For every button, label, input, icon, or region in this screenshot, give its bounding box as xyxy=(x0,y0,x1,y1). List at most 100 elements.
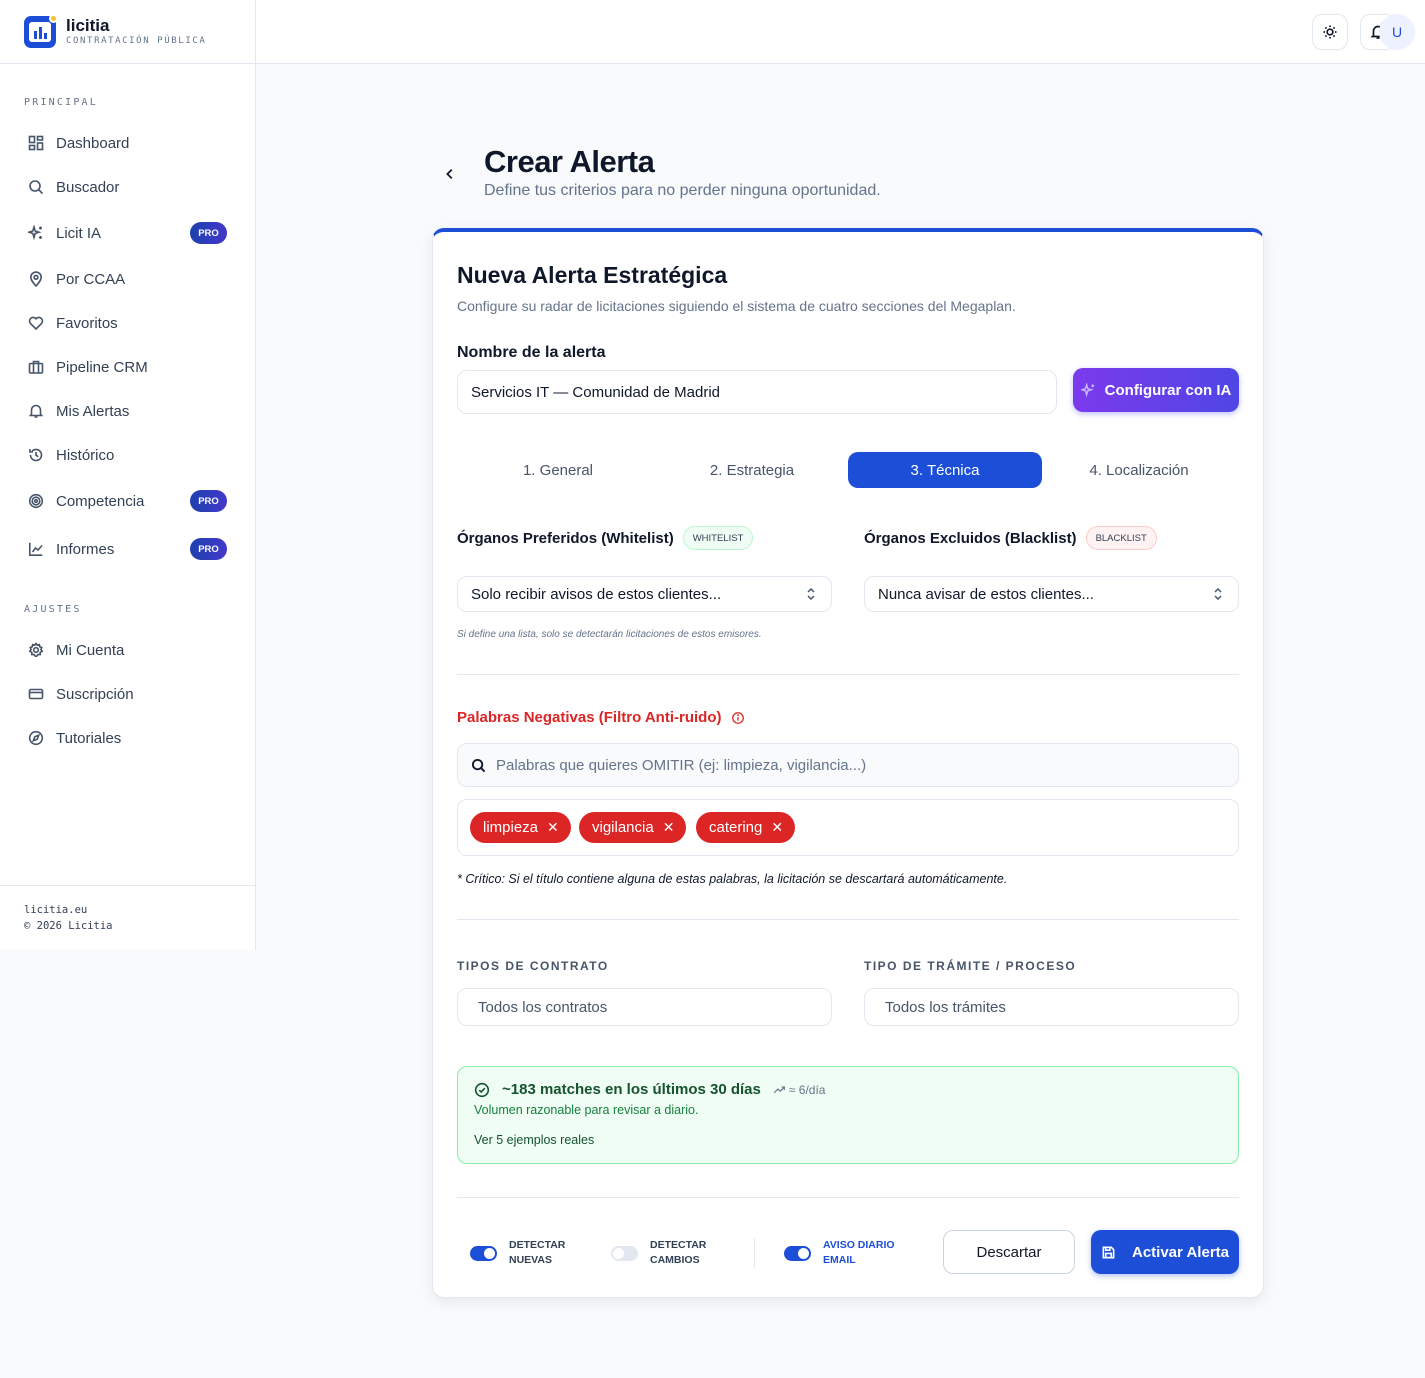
negative-words-input[interactable]: Palabras que quieres OMITIR (ej: limpiez… xyxy=(457,743,1239,787)
procedure-types-value: Todos los trámites xyxy=(885,998,1006,1016)
activate-alert-label: Activar Alerta xyxy=(1132,1243,1229,1261)
view-examples-link[interactable]: Ver 5 ejemplos reales xyxy=(474,1133,594,1147)
sidebar-item-competencia[interactable]: Competencia PRO xyxy=(24,483,232,519)
theme-toggle-button[interactable] xyxy=(1312,14,1348,50)
matches-summary: ~183 matches en los últimos 30 días ≈ 6/… xyxy=(457,1066,1239,1164)
close-icon[interactable]: ✕ xyxy=(547,819,559,836)
page-title: Crear Alerta xyxy=(484,144,655,179)
page-subtitle: Define tus criterios para no perder ning… xyxy=(484,182,881,199)
chevron-left-icon xyxy=(446,169,453,179)
sidebar-item-label: Buscador xyxy=(56,178,120,196)
configure-with-ai-button[interactable]: Configurar con IA xyxy=(1073,368,1239,412)
blacklist-label: Órganos Excluidos (Blacklist) xyxy=(864,529,1077,547)
detect-changes-toggle[interactable] xyxy=(611,1246,638,1261)
whitelist-hint: Si define una lista, solo se detectarán … xyxy=(457,629,762,640)
compass-icon xyxy=(28,730,44,746)
whitelist-badge: WHITELIST xyxy=(682,526,754,550)
sparkles-icon xyxy=(1080,382,1094,397)
close-icon[interactable]: ✕ xyxy=(771,819,783,836)
blacklist-placeholder: Nunca avisar de estos clientes... xyxy=(878,585,1094,603)
negative-words-placeholder: Palabras que quieres OMITIR (ej: limpiez… xyxy=(496,756,867,774)
sidebar-item-label: Favoritos xyxy=(56,314,118,332)
credit-card-icon xyxy=(28,686,44,702)
tab-localizacion[interactable]: 4. Localización xyxy=(1042,452,1236,488)
sidebar-item-label: Pipeline CRM xyxy=(56,358,148,376)
briefcase-icon xyxy=(28,359,44,375)
negative-words-note: * Crítico: Si el título contiene alguna … xyxy=(457,872,1008,886)
back-button[interactable] xyxy=(440,164,460,184)
blacklist-heading: Órganos Excluidos (Blacklist) BLACKLIST xyxy=(864,526,1157,550)
sparkles-icon xyxy=(28,225,44,241)
whitelist-heading: Órganos Preferidos (Whitelist) WHITELIST xyxy=(457,526,754,550)
whitelist-label: Órganos Preferidos (Whitelist) xyxy=(457,529,674,547)
sidebar-item-label: Licit IA xyxy=(56,224,102,242)
map-pin-icon xyxy=(28,271,44,287)
footer-copyright: © 2026 Licitia xyxy=(24,920,113,932)
sidebar-item-label: Dashboard xyxy=(56,134,130,152)
sidebar-item-suscripcion[interactable]: Suscripción xyxy=(24,676,232,712)
brand-name: licitia xyxy=(66,15,110,35)
pro-badge: PRO xyxy=(190,538,227,560)
sidebar-item-label: Competencia xyxy=(56,492,145,510)
procedure-types-select[interactable]: Todos los trámites xyxy=(864,988,1239,1026)
sidebar-item-mi-cuenta[interactable]: Mi Cuenta xyxy=(24,632,232,668)
sidebar-item-label: Informes xyxy=(56,540,115,558)
top-bar: U xyxy=(256,0,1425,64)
sidebar-item-por-ccaa[interactable]: Por CCAA xyxy=(24,261,232,297)
tab-general[interactable]: 1. General xyxy=(461,452,655,488)
contract-types-value: Todos los contratos xyxy=(478,998,608,1016)
alert-name-input[interactable]: Servicios IT — Comunidad de Madrid xyxy=(457,370,1057,414)
pro-badge: PRO xyxy=(190,222,227,244)
tab-estrategia[interactable]: 2. Estrategia xyxy=(655,452,849,488)
negative-words-tags: limpieza ✕ vigilancia ✕ catering ✕ xyxy=(457,799,1239,856)
logo-mark-icon xyxy=(24,13,58,48)
logo[interactable]: licitia CONTRATACIÓN PÚBLICA xyxy=(0,0,255,64)
discard-button[interactable]: Descartar xyxy=(943,1230,1075,1274)
avatar[interactable]: U xyxy=(1379,14,1415,50)
sidebar-item-historico[interactable]: Histórico xyxy=(24,437,232,473)
search-icon xyxy=(471,758,486,772)
sidebar-item-informes[interactable]: Informes PRO xyxy=(24,531,232,567)
sun-icon xyxy=(1323,25,1337,39)
sidebar-item-label: Mis Alertas xyxy=(56,402,130,420)
sidebar-footer: licitia.eu © 2026 Licitia xyxy=(0,885,255,950)
check-circle-icon xyxy=(474,1082,490,1097)
whitelist-select[interactable]: Solo recibir avisos de estos clientes... xyxy=(457,576,832,612)
alert-name-value: Servicios IT — Comunidad de Madrid xyxy=(471,383,720,401)
ai-button-label: Configurar con IA xyxy=(1104,381,1232,399)
detect-new-label: DETECTAR NUEVAS xyxy=(509,1239,566,1266)
tag-limpieza: limpieza ✕ xyxy=(470,812,571,843)
blacklist-select[interactable]: Nunca avisar de estos clientes... xyxy=(864,576,1239,612)
sidebar-item-tutoriales[interactable]: Tutoriales xyxy=(24,720,232,756)
tag-label: vigilancia xyxy=(592,819,654,836)
tag-catering: catering ✕ xyxy=(696,812,796,843)
sidebar-item-label: Mi Cuenta xyxy=(56,641,125,659)
info-icon[interactable] xyxy=(731,711,745,725)
sidebar-item-buscador[interactable]: Buscador xyxy=(24,169,232,205)
target-icon xyxy=(28,493,44,509)
divider xyxy=(457,919,1239,920)
sidebar-item-mis-alertas[interactable]: Mis Alertas xyxy=(24,393,232,429)
negative-words-label: Palabras Negativas (Filtro Anti-ruido) xyxy=(457,709,722,726)
sidebar-item-dashboard[interactable]: Dashboard xyxy=(24,125,232,161)
sidebar-item-favoritos[interactable]: Favoritos xyxy=(24,305,232,341)
close-icon[interactable]: ✕ xyxy=(663,819,675,836)
sidebar-item-licit-ia[interactable]: Licit IA PRO xyxy=(24,215,232,251)
contract-types-label: TIPOS DE CONTRATO xyxy=(457,959,609,973)
tag-label: limpieza xyxy=(483,819,539,836)
card-title: Nueva Alerta Estratégica xyxy=(457,262,728,288)
sidebar-item-pipeline-crm[interactable]: Pipeline CRM xyxy=(24,349,232,385)
section-principal: PRINCIPAL xyxy=(24,97,98,108)
sidebar-item-label: Suscripción xyxy=(56,685,134,703)
tab-tecnica[interactable]: 3. Técnica xyxy=(848,452,1042,488)
chevron-up-down-icon xyxy=(1212,587,1224,605)
daily-email-toggle[interactable] xyxy=(784,1246,811,1261)
sidebar: licitia CONTRATACIÓN PÚBLICA PRINCIPAL D… xyxy=(0,0,256,950)
trending-up-icon xyxy=(773,1086,785,1094)
contract-types-select[interactable]: Todos los contratos xyxy=(457,988,832,1026)
detect-new-toggle[interactable] xyxy=(470,1246,497,1261)
section-ajustes: AJUSTES xyxy=(24,604,82,615)
alert-form-card: Nueva Alerta Estratégica Configure su ra… xyxy=(432,228,1264,1298)
pro-badge: PRO xyxy=(190,490,227,512)
activate-alert-button[interactable]: Activar Alerta xyxy=(1091,1230,1239,1274)
